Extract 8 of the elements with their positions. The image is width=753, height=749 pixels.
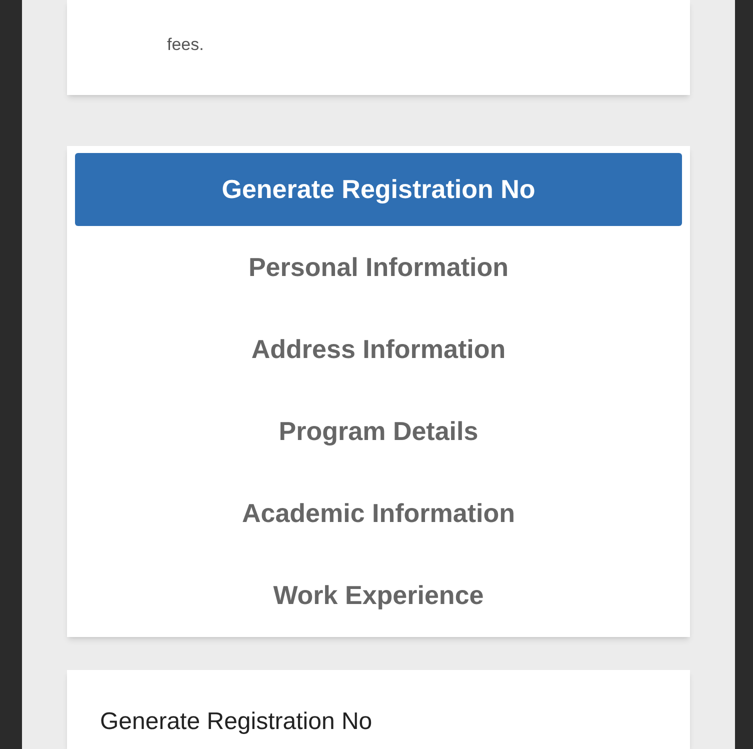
step-tab[interactable]: Academic Information xyxy=(75,472,682,554)
step-tab[interactable]: Personal Information xyxy=(75,226,682,308)
step-tab[interactable]: Work Experience xyxy=(75,554,682,636)
section-title: Generate Registration No xyxy=(100,707,374,738)
step-tab[interactable]: Program Details xyxy=(75,390,682,472)
step-tab[interactable]: Generate Registration No xyxy=(75,153,682,226)
intro-text: fees. xyxy=(167,34,205,56)
step-tab[interactable]: Address Information xyxy=(75,308,682,390)
